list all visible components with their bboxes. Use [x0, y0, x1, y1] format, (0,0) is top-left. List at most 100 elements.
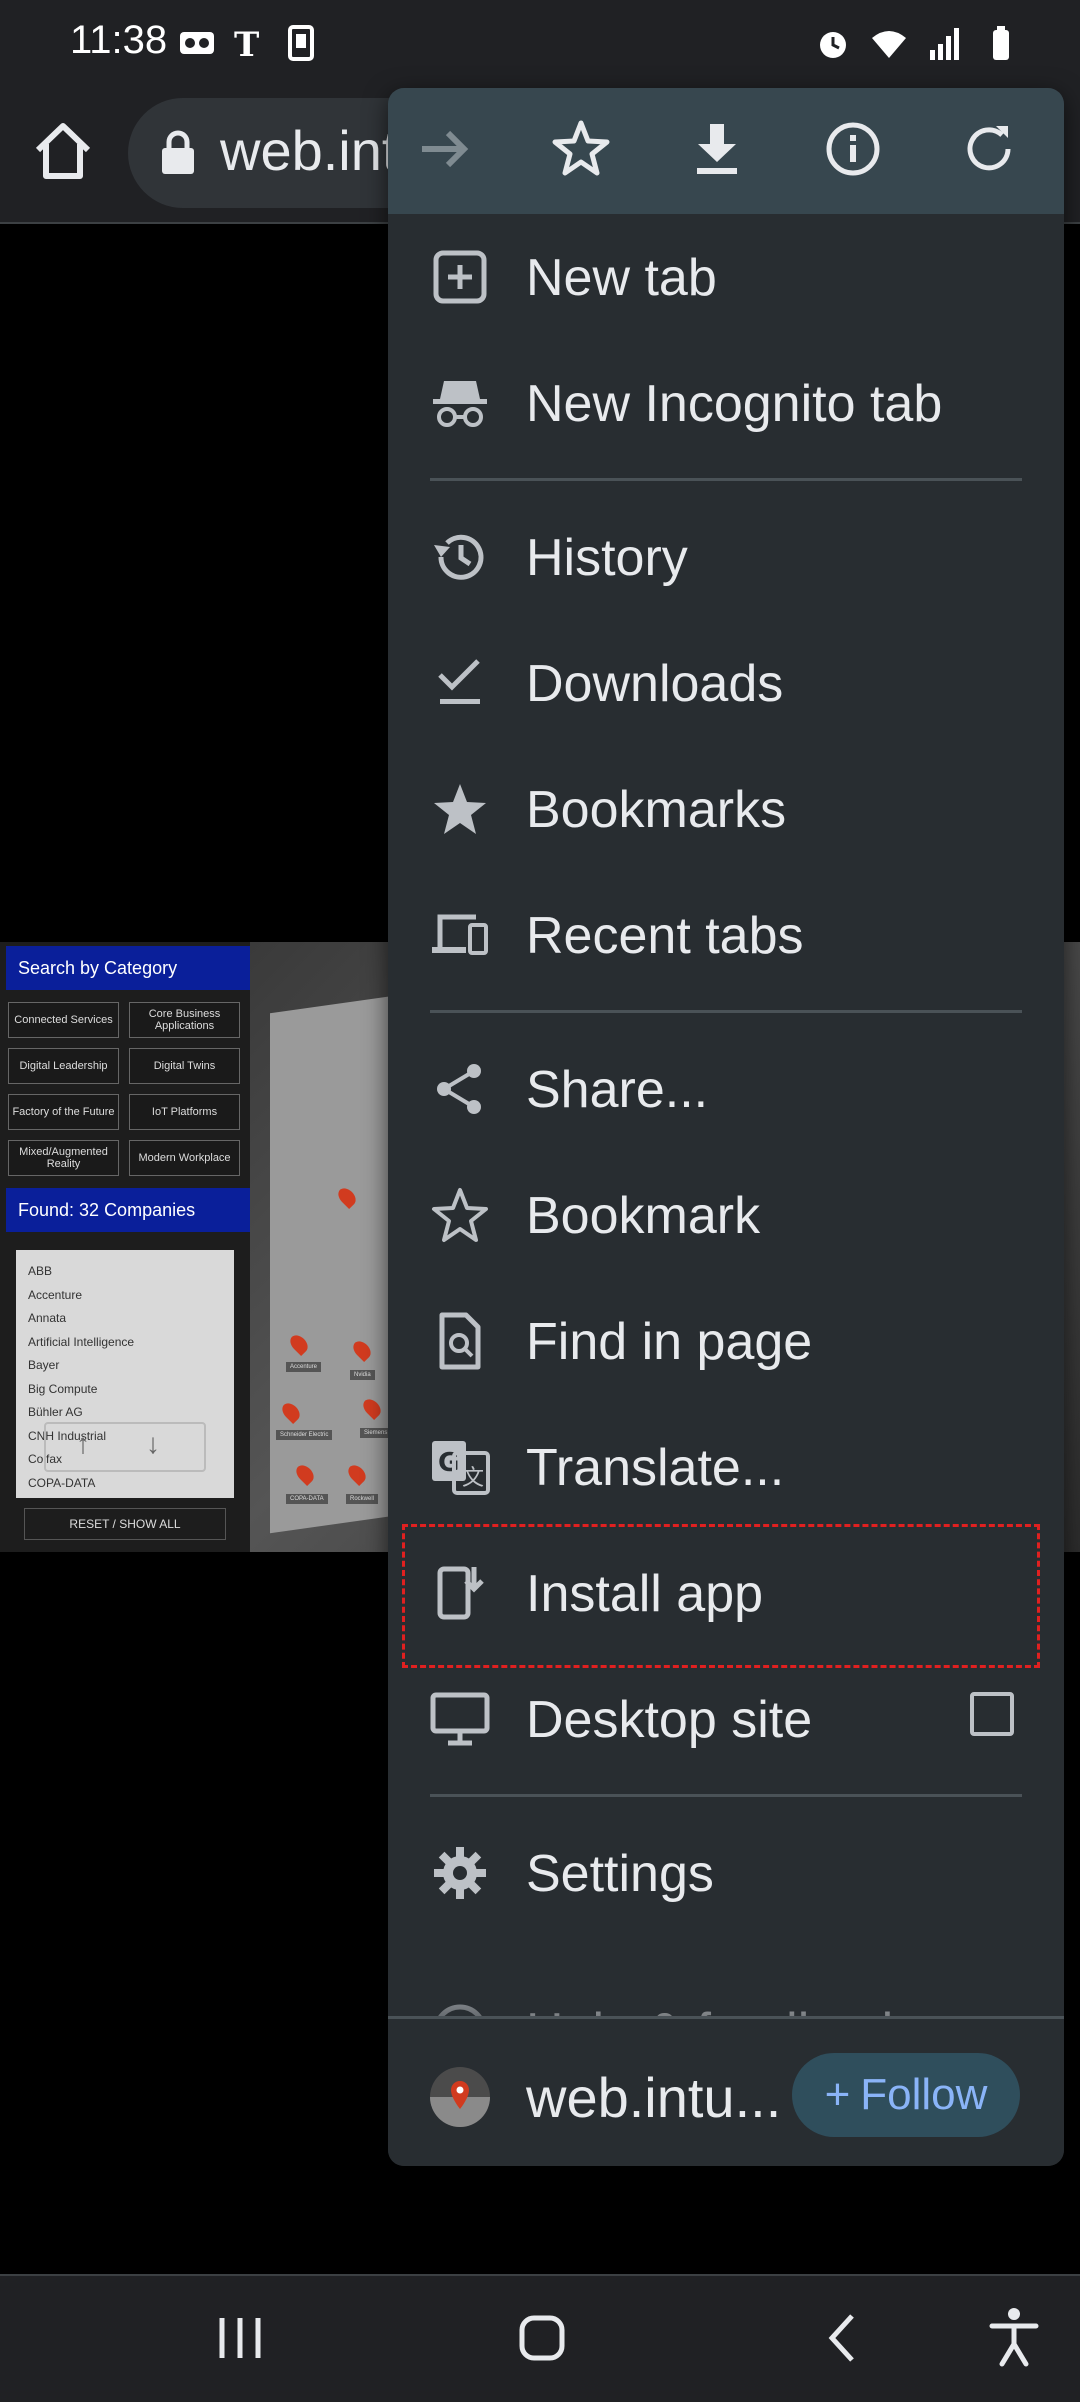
menu-item-label: History [526, 529, 688, 587]
booth-label: Rockwell [346, 1494, 379, 1504]
menu-item-label: Recent tabs [526, 907, 804, 965]
map-pin-icon [430, 2081, 490, 2127]
home-icon[interactable] [30, 118, 96, 184]
follow-label: Follow [860, 2070, 988, 2119]
menu-item-desktop-site[interactable]: Desktop site [388, 1656, 1064, 1782]
desktop-site-checkbox[interactable] [970, 1692, 1014, 1736]
menu-item-history[interactable]: History [388, 494, 1064, 620]
accessibility-icon[interactable] [978, 2302, 1050, 2374]
list-item[interactable]: Bayer [16, 1354, 234, 1378]
wifi-icon [872, 31, 906, 58]
star-outline-icon[interactable] [548, 116, 614, 182]
menu-item-settings[interactable]: Settings [388, 1810, 1064, 1936]
recent-apps-icon[interactable] [204, 2302, 276, 2374]
battery-icon [993, 26, 1009, 60]
list-item[interactable]: COPA-DATA [16, 1472, 234, 1496]
desktop-icon [430, 1692, 490, 1746]
scroll-down-icon[interactable]: ↓ [146, 1428, 160, 1460]
svg-text:文: 文 [462, 1466, 484, 1491]
svg-text:T: T [234, 25, 259, 62]
category-button[interactable]: Core Business Applications [129, 1002, 240, 1038]
category-panel: Search by Category Connected Services Co… [0, 942, 251, 1552]
follow-button[interactable]: + Follow [792, 2053, 1020, 2137]
menu-divider [430, 478, 1022, 481]
found-companies-header: Found: 32 Companies [6, 1188, 251, 1232]
menu-item-label: Desktop site [526, 1691, 813, 1749]
list-item[interactable]: Annata [16, 1307, 234, 1331]
category-button[interactable]: Digital Leadership [8, 1048, 119, 1084]
install-app-highlight [402, 1524, 1040, 1668]
menu-item-downloads[interactable]: Downloads [388, 620, 1064, 746]
list-item[interactable]: ABB [16, 1260, 234, 1284]
translate-icon: G文 [432, 1441, 490, 1495]
list-item[interactable]: Accenture [16, 1284, 234, 1308]
menu-item-label: New tab [526, 249, 717, 307]
menu-divider [430, 1794, 1022, 1797]
list-item[interactable]: Big Compute [16, 1378, 234, 1402]
menu-item-label: Downloads [526, 655, 784, 713]
menu-item-label: Settings [526, 1845, 714, 1903]
menu-item-label: New Incognito tab [526, 375, 943, 433]
home-icon[interactable] [506, 2302, 578, 2374]
search-by-category-header: Search by Category [6, 946, 251, 990]
cast-phone-icon [288, 25, 314, 61]
menu-item-label: Bookmarks [526, 781, 787, 839]
status-bar: 11:38 T [0, 0, 1080, 88]
plus-icon: + [824, 2070, 851, 2119]
devices-icon [432, 914, 488, 955]
menu-item-new-incognito-tab[interactable]: New Incognito tab [388, 340, 1064, 466]
star-filled-icon [434, 784, 486, 834]
menu-item-bookmark[interactable]: Bookmark [388, 1152, 1064, 1278]
menu-item-new-tab[interactable]: New tab [388, 214, 1064, 340]
menu-item-bookmarks[interactable]: Bookmarks [388, 746, 1064, 872]
menu-divider [430, 1010, 1022, 1013]
site-name: web.intu... [526, 2066, 782, 2129]
menu-item-label: Share... [526, 1061, 709, 1119]
category-button[interactable]: Factory of the Future [8, 1094, 119, 1130]
site-follow-footer: web.intu... + Follow [388, 2016, 1064, 2166]
menu-item-label: Translate... [526, 1439, 785, 1497]
history-icon [434, 534, 484, 580]
category-button[interactable]: Connected Services [8, 1002, 119, 1038]
nyt-icon: T [234, 25, 259, 62]
menu-item-label: Find in page [526, 1313, 813, 1371]
status-time: 11:38 [70, 18, 168, 62]
downloads-check-icon [438, 659, 480, 704]
menu-item-find-in-page[interactable]: Find in page [388, 1278, 1064, 1404]
info-icon[interactable] [820, 116, 886, 182]
menu-action-bar [388, 88, 1064, 214]
booth-label: Nvidia [350, 1370, 375, 1380]
url-text[interactable]: web.int [220, 118, 397, 183]
incognito-icon [433, 381, 487, 427]
category-grid: Connected Services Core Business Applica… [8, 1002, 240, 1176]
site-favicon [430, 2067, 490, 2127]
back-icon[interactable] [808, 2302, 880, 2374]
menu-item-share[interactable]: Share... [388, 1026, 1064, 1152]
refresh-icon[interactable] [956, 116, 1022, 182]
overflow-menu: New tab New Incognito tab History Downlo… [388, 88, 1064, 2166]
scroll-up-icon[interactable]: ↑ [76, 1428, 90, 1460]
category-button[interactable]: Digital Twins [129, 1048, 240, 1084]
category-button[interactable]: Mixed/Augmented Reality [8, 1140, 119, 1176]
lock-icon [162, 130, 194, 174]
list-item[interactable]: Bühler AG [16, 1401, 234, 1425]
menu-item-label: Bookmark [526, 1187, 761, 1245]
download-icon[interactable] [684, 116, 750, 182]
signal-icon [930, 28, 959, 60]
booth-label: Accenture [286, 1362, 322, 1372]
alarm-icon [820, 32, 846, 58]
category-button[interactable]: IoT Platforms [129, 1094, 240, 1130]
share-icon [437, 1064, 481, 1114]
forward-arrow-icon[interactable] [412, 116, 478, 182]
menu-item-recent-tabs[interactable]: Recent tabs [388, 872, 1064, 998]
list-scroll-control[interactable]: ↑ ↓ [44, 1422, 206, 1472]
category-button[interactable]: Modern Workplace [129, 1140, 240, 1176]
new-tab-icon [433, 250, 487, 304]
booth-label: Schneider Electric [276, 1430, 333, 1440]
system-nav-bar [0, 2274, 1080, 2402]
reset-show-all-button[interactable]: RESET / SHOW ALL [24, 1508, 226, 1540]
booth-label: Siemens [360, 1428, 392, 1438]
voicemail-icon [180, 32, 214, 54]
menu-item-translate[interactable]: G文 Translate... [388, 1404, 1064, 1530]
list-item[interactable]: Artificial Intelligence [16, 1331, 234, 1355]
